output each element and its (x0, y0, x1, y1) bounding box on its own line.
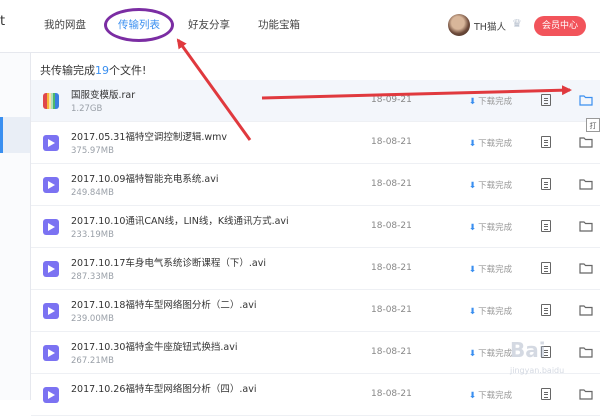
app-logo: t (0, 14, 6, 29)
file-row[interactable]: 2017.10.26福特车型网络图分析（四）.avi 18-08-21 ⬇ 下载完成 (31, 374, 600, 416)
file-details-icon[interactable] (541, 178, 551, 190)
download-arrow-icon: ⬇ (469, 349, 477, 359)
file-size: 267.21MB (71, 356, 114, 366)
download-status-label: 下载完成 (478, 139, 513, 149)
sidebar-item-active[interactable] (0, 117, 30, 153)
top-nav-bar: t 我的网盘 传输列表 好友分享 功能宝箱 TH猫人 ♛ 会员中心 (0, 0, 600, 53)
file-details-icon[interactable] (541, 94, 551, 106)
video-file-icon (43, 345, 59, 361)
download-arrow-icon: ⬇ (469, 97, 477, 107)
file-name[interactable]: 2017.10.10通讯CAN线，LIN线，K线通讯方式.avi (71, 213, 289, 227)
file-size: 233.19MB (71, 230, 114, 240)
open-folder-icon[interactable] (579, 388, 593, 400)
member-center-button[interactable]: 会员中心 (534, 16, 586, 36)
download-status-label: 下载完成 (478, 307, 513, 317)
download-status: ⬇ 下载完成 (469, 305, 512, 317)
sidebar (0, 53, 31, 400)
open-folder-icon[interactable] (579, 304, 593, 316)
file-row[interactable]: 2017.05.31福特空调控制逻辑.wmv 375.97MB 18-08-21 ⬇ 下… (31, 122, 600, 164)
file-name[interactable]: 2017.10.30福特金牛座旋钮式换挡.avi (71, 339, 238, 353)
file-details-icon[interactable] (541, 262, 551, 274)
file-row[interactable]: 2017.10.10通讯CAN线，LIN线，K线通讯方式.avi 233.19MB… (31, 206, 600, 248)
file-size: 239.00MB (71, 314, 114, 324)
file-name[interactable]: 2017.10.17车身电气系统诊断课程（下）.avi (71, 255, 266, 269)
file-details-icon[interactable] (541, 304, 551, 316)
sidebar-active-marker (0, 117, 3, 153)
video-file-icon (43, 135, 59, 151)
file-date: 18-08-21 (371, 305, 412, 315)
download-status-label: 下载完成 (478, 181, 513, 191)
file-date: 18-08-21 (371, 137, 412, 147)
video-file-icon (43, 219, 59, 235)
download-status: ⬇ 下载完成 (469, 263, 512, 275)
download-status-label: 下载完成 (478, 349, 513, 359)
file-details-icon[interactable] (541, 136, 551, 148)
download-status: ⬇ 下载完成 (469, 179, 512, 191)
video-file-icon (43, 303, 59, 319)
video-file-icon (43, 261, 59, 277)
file-name[interactable]: 2017.10.18福特车型网络图分析（二）.avi (71, 297, 257, 311)
tab-friend-share[interactable]: 好友分享 (188, 17, 230, 32)
file-name[interactable]: 2017.05.31福特空调控制逻辑.wmv (71, 129, 227, 143)
open-folder-icon[interactable] (579, 136, 593, 148)
download-arrow-icon: ⬇ (469, 265, 477, 275)
download-status: ⬇ 下载完成 (469, 347, 512, 359)
download-status-label: 下载完成 (478, 97, 513, 107)
watermark-url: jingyan.baidu (510, 366, 565, 375)
open-folder-icon[interactable] (579, 220, 593, 232)
video-file-icon (43, 387, 59, 403)
file-row[interactable]: 2017.10.18福特车型网络图分析（二）.avi 239.00MB 18-08-… (31, 290, 600, 332)
summary-prefix: 共传输完成 (40, 64, 95, 77)
file-date: 18-08-21 (371, 389, 412, 399)
rar-archive-icon (43, 93, 59, 109)
video-file-icon (43, 177, 59, 193)
avatar[interactable] (448, 14, 470, 36)
download-arrow-icon: ⬇ (469, 307, 477, 317)
download-status: ⬇ 下载完成 (469, 137, 512, 149)
download-arrow-icon: ⬇ (469, 181, 477, 191)
file-size: 1.27GB (71, 104, 103, 114)
download-status: ⬇ 下载完成 (469, 95, 512, 107)
file-size: 287.33MB (71, 272, 114, 282)
open-folder-icon[interactable] (579, 262, 593, 274)
file-details-icon[interactable] (541, 220, 551, 232)
file-name[interactable]: 2017.10.26福特车型网络图分析（四）.avi (71, 381, 257, 395)
download-arrow-icon: ⬇ (469, 139, 477, 149)
file-date: 18-08-21 (371, 179, 412, 189)
download-status-label: 下载完成 (478, 265, 513, 275)
annotation-circle (104, 8, 174, 42)
tooltip: 打 (586, 118, 600, 132)
file-name[interactable]: 国服变模版.rar (71, 87, 135, 101)
download-status: ⬇ 下载完成 (469, 389, 512, 401)
tab-toolbox[interactable]: 功能宝箱 (258, 17, 300, 32)
transfer-summary: 共传输完成19个文件! (40, 62, 146, 78)
file-date: 18-08-21 (371, 347, 412, 357)
open-folder-icon[interactable] (579, 346, 593, 358)
summary-suffix: 个文件! (109, 64, 147, 77)
file-date: 18-08-21 (371, 221, 412, 231)
file-size: 375.97MB (71, 146, 114, 156)
file-size: 249.84MB (71, 188, 114, 198)
file-row[interactable]: 国服变模版.rar 1.27GB 18-09-21 ⬇ 下载完成 (31, 80, 600, 122)
crown-icon: ♛ (512, 17, 522, 30)
file-row[interactable]: 2017.10.17车身电气系统诊断课程（下）.avi 287.33MB 18-08… (31, 248, 600, 290)
download-status-label: 下载完成 (478, 223, 513, 233)
download-arrow-icon: ⬇ (469, 223, 477, 233)
summary-count: 19 (95, 64, 109, 77)
open-folder-icon[interactable] (579, 178, 593, 190)
file-name[interactable]: 2017.10.09福特智能充电系统.avi (71, 171, 219, 185)
download-status: ⬇ 下载完成 (469, 221, 512, 233)
file-date: 18-08-21 (371, 263, 412, 273)
baidu-watermark: Bai (510, 338, 546, 362)
file-date: 18-09-21 (371, 95, 412, 105)
tab-my-disk[interactable]: 我的网盘 (44, 17, 86, 32)
file-details-icon[interactable] (541, 388, 551, 400)
username[interactable]: TH猫人 (474, 19, 506, 33)
file-row[interactable]: 2017.10.09福特智能充电系统.avi 249.84MB 18-08-21 ⬇ 下… (31, 164, 600, 206)
open-folder-icon[interactable] (579, 94, 593, 106)
